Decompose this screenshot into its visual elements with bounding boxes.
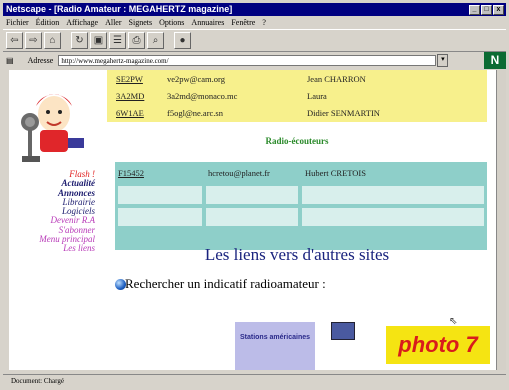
empty-cell (118, 186, 202, 204)
status-bar: Document: Chargé (3, 374, 506, 386)
mascot-illustration (21, 94, 84, 162)
table-row: SE2PW ve2pw@cam.org Jean CHARRON (107, 71, 487, 87)
menu-annuaires[interactable]: Annuaires (191, 17, 224, 28)
callsign-link[interactable]: F15452 (118, 165, 144, 181)
name-cell: Laura (307, 91, 327, 101)
listeners-heading: Radio-écouteurs (265, 136, 329, 146)
listeners-table: F15452 hcretou@planet.fr Hubert CRETOIS (115, 162, 487, 250)
status-text: Document: Chargé (11, 377, 64, 385)
menu-fichier[interactable]: Fichier (6, 17, 29, 28)
menu-fenetre[interactable]: Fenêtre (231, 17, 255, 28)
email-cell[interactable]: 3a2md@monaco.mc (167, 88, 237, 104)
address-input[interactable]: http://www.megahertz-magazine.com/ (58, 55, 437, 66)
empty-cell (206, 208, 298, 226)
title-bar: Netscape - [Radio Amateur : MEGAHERTZ ma… (3, 3, 506, 16)
name-cell: Jean CHARRON (307, 74, 366, 84)
amateurs-table: SE2PW ve2pw@cam.org Jean CHARRON 3A2MD 3… (107, 70, 487, 122)
empty-cell (302, 186, 484, 204)
menu-signets[interactable]: Signets (129, 17, 153, 28)
address-bar: ▤ Adresse http://www.megahertz-magazine.… (3, 53, 506, 68)
menu-options[interactable]: Options (159, 17, 184, 28)
browser-window: Netscape - [Radio Amateur : MEGAHERTZ ma… (0, 0, 509, 390)
empty-cell (302, 208, 484, 226)
email-cell[interactable]: f5ogl@ne.arc.sn (167, 105, 223, 121)
email-cell[interactable]: hcretou@planet.fr (208, 165, 270, 181)
nav-link-liens[interactable]: Les liens (9, 244, 95, 254)
open-icon[interactable]: ☰ (109, 32, 126, 49)
minimize-button[interactable]: _ (469, 5, 480, 15)
stop-icon[interactable]: ● (174, 32, 191, 49)
search-callsign-label: Rechercher un indicatif radioamateur : (125, 276, 326, 291)
email-cell[interactable]: ve2pw@cam.org (167, 71, 225, 87)
callsign-link[interactable]: 6W1AE (116, 105, 144, 121)
back-icon[interactable]: ⇦ (6, 32, 23, 49)
maximize-button[interactable]: □ (481, 5, 492, 15)
vertical-scrollbar[interactable] (496, 70, 506, 370)
home-icon[interactable]: ⌂ (44, 32, 61, 49)
main-column: SE2PW ve2pw@cam.org Jean CHARRON 3A2MD 3… (107, 70, 496, 370)
menu-edition[interactable]: Édition (36, 17, 60, 28)
images-icon[interactable]: ▣ (90, 32, 107, 49)
photo-caption: photo 7 (386, 326, 490, 364)
site-badge-icon[interactable] (331, 322, 355, 340)
menu-help[interactable]: ? (262, 17, 266, 28)
forward-icon[interactable]: ⇨ (25, 32, 42, 49)
table-row: 3A2MD 3a2md@monaco.mc Laura (107, 88, 487, 104)
american-stations-button[interactable]: Stations américaines (235, 322, 315, 370)
address-label: Adresse (27, 56, 54, 65)
page-content: Flash ! Actualité Annonces Librairie Log… (9, 70, 496, 370)
window-controls: _ □ x (469, 5, 504, 15)
window-title: Netscape - [Radio Amateur : MEGAHERTZ ma… (6, 4, 233, 14)
nav-links: Flash ! Actualité Annonces Librairie Log… (9, 169, 95, 254)
dropdown-arrow-icon[interactable]: ▾ (437, 54, 449, 67)
print-icon[interactable]: ⎙ (128, 32, 145, 49)
close-button[interactable]: x (493, 5, 504, 15)
find-icon[interactable]: ⌕ (147, 32, 164, 49)
menu-bar: Fichier Édition Affichage Aller Signets … (3, 17, 506, 28)
bookmark-icon[interactable]: ▤ (6, 56, 14, 65)
name-cell: Hubert CRETOIS (305, 168, 366, 178)
menu-aller[interactable]: Aller (105, 17, 121, 28)
callsign-link[interactable]: 3A2MD (116, 88, 144, 104)
sidebar: Flash ! Actualité Annonces Librairie Log… (9, 70, 104, 370)
menu-affichage[interactable]: Affichage (66, 17, 98, 28)
empty-cell (206, 186, 298, 204)
table-row: F15452 hcretou@planet.fr Hubert CRETOIS (115, 165, 487, 181)
name-cell: Didier SENMARTIN (307, 108, 380, 118)
callsign-link[interactable]: SE2PW (116, 71, 143, 87)
toolbar: ⇦ ⇨ ⌂ ↻ ▣ ☰ ⎙ ⌕ ● (3, 29, 506, 52)
empty-cell (118, 208, 202, 226)
table-row: 6W1AE f5ogl@ne.arc.sn Didier SENMARTIN (107, 105, 487, 121)
reload-icon[interactable]: ↻ (71, 32, 88, 49)
links-heading: Les liens vers d'autres sites (204, 245, 390, 264)
netscape-logo: N (484, 52, 506, 69)
